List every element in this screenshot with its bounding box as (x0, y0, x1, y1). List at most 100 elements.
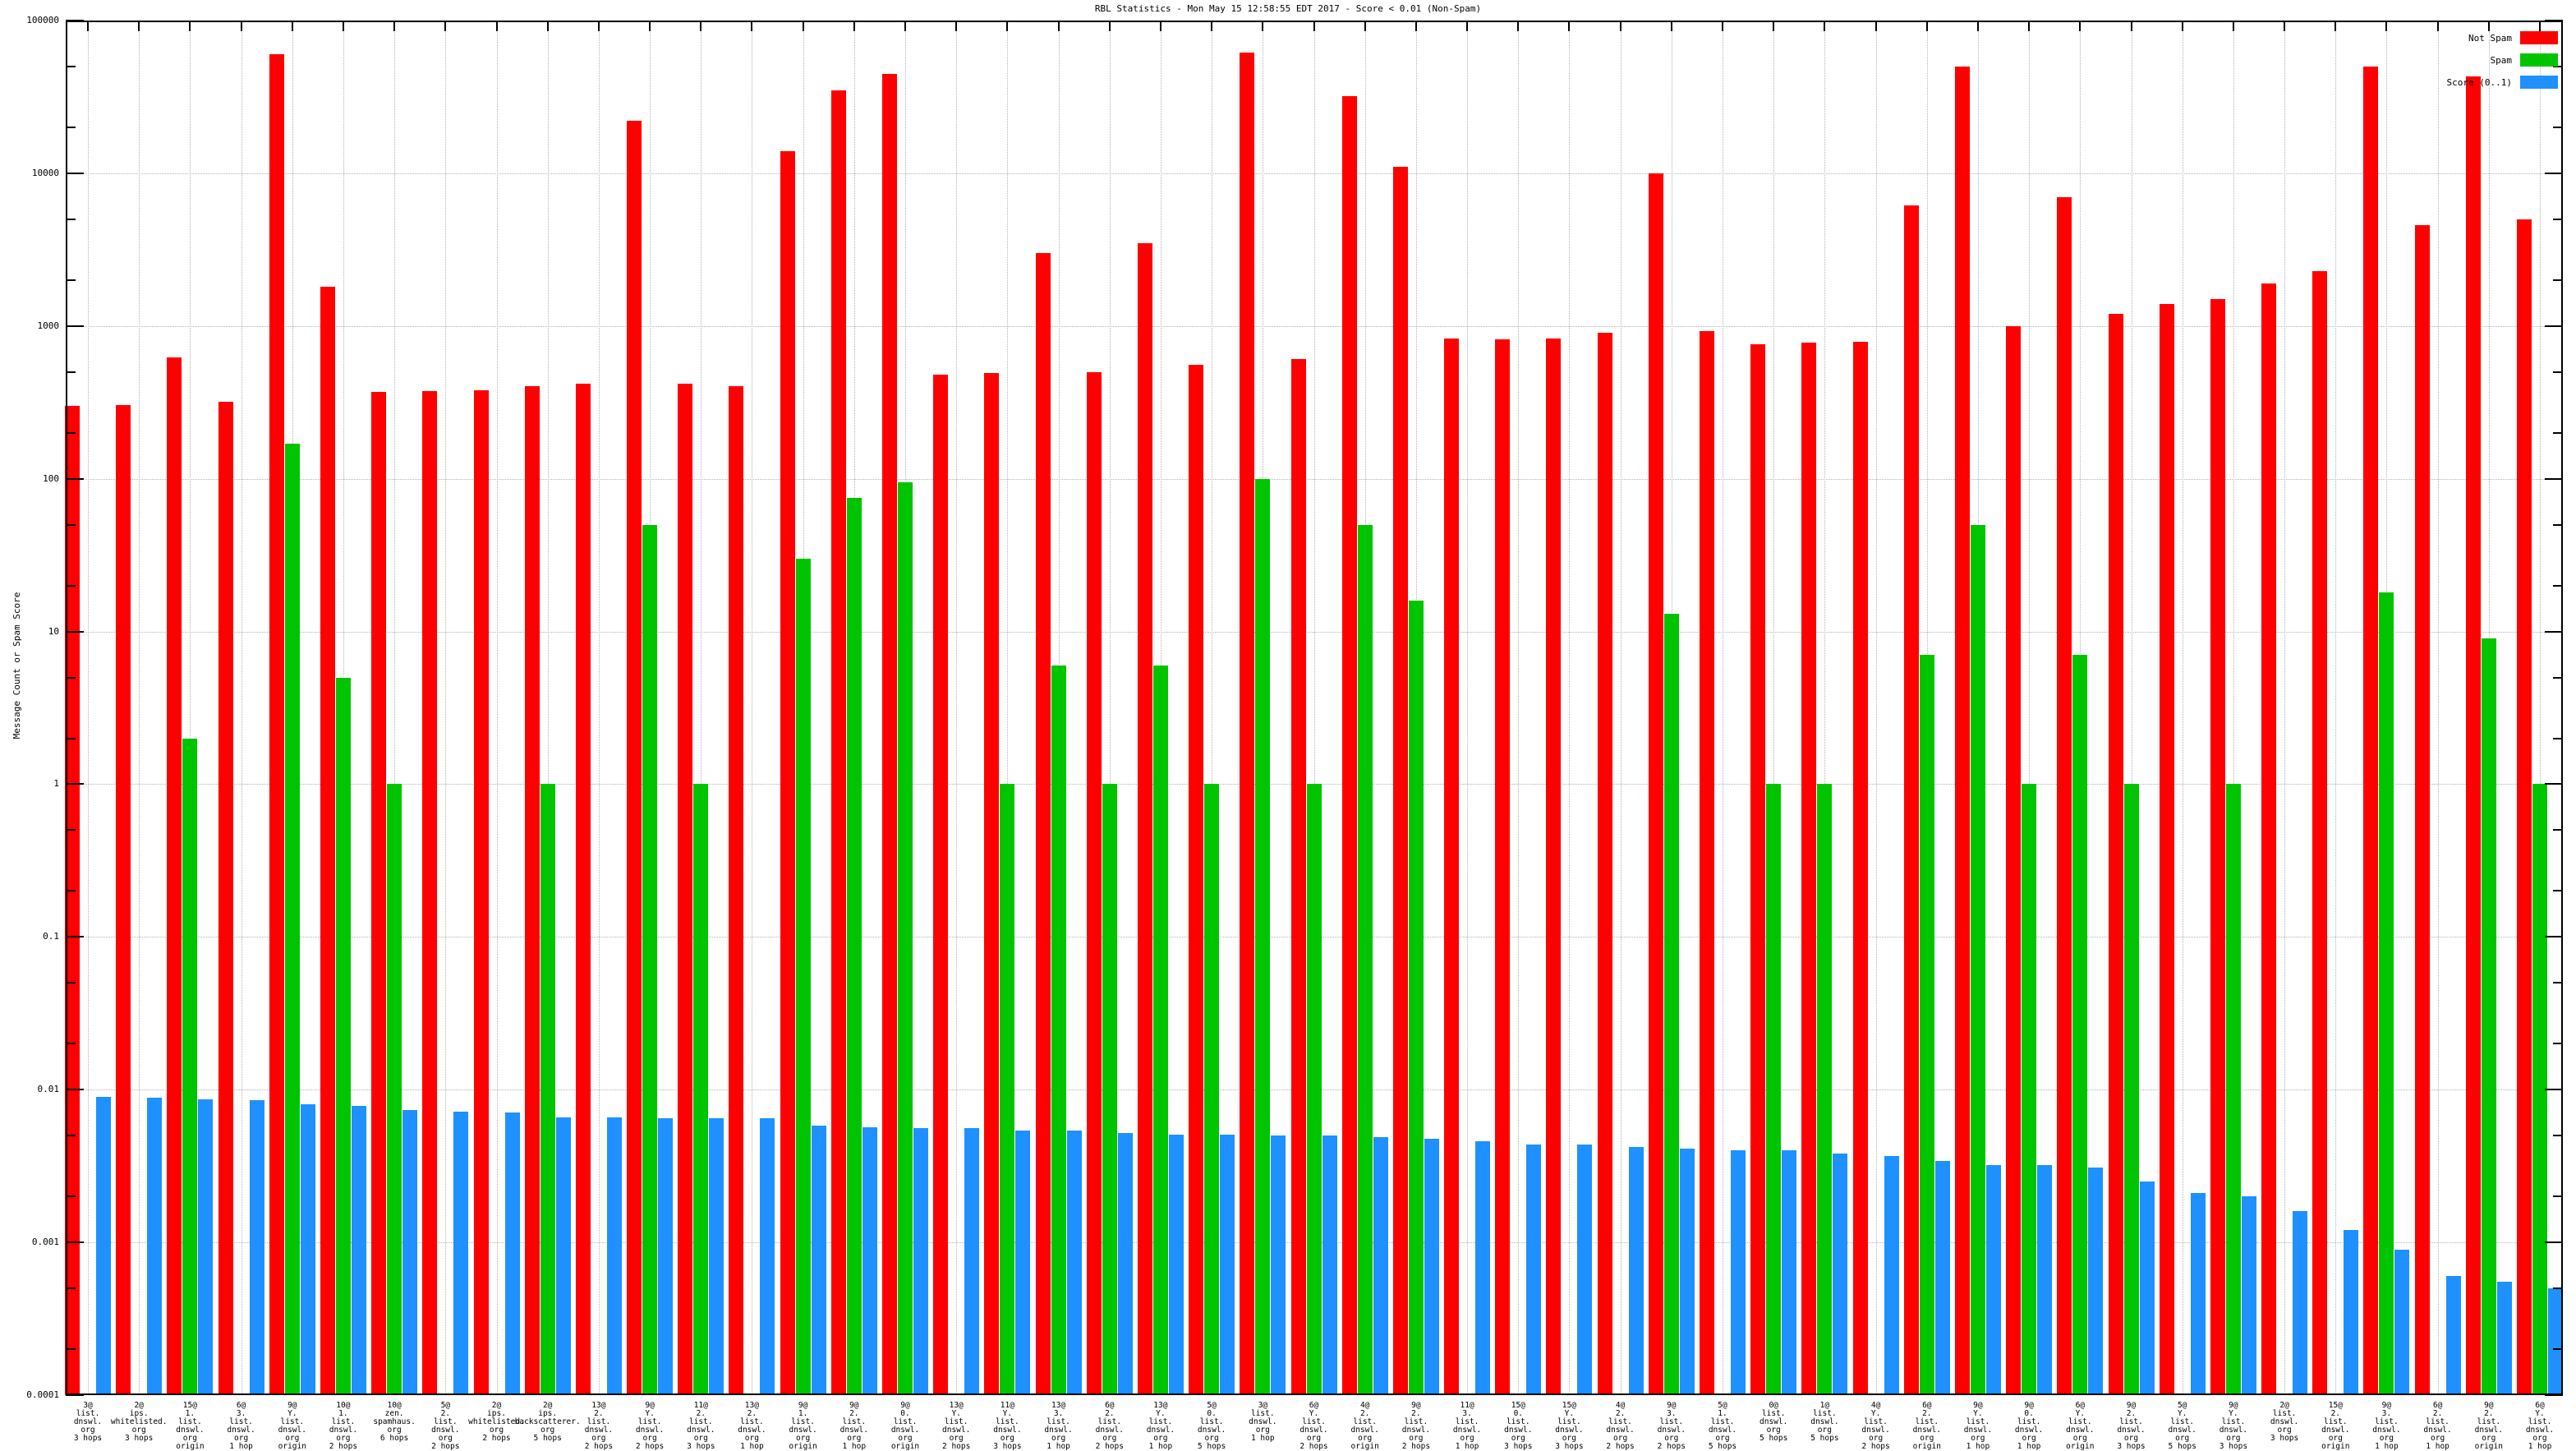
y-minor-tick-left (66, 829, 76, 831)
plot-border (66, 21, 2563, 1395)
x-top-tick (1517, 21, 1520, 31)
y-major-tick-right (2545, 325, 2563, 327)
x-top-tick (1057, 21, 1060, 31)
y-major-tick-right (2545, 20, 2563, 21)
x-tick-label-line: 1 hop (2528, 1442, 2552, 1451)
x-top-tick (1874, 21, 1877, 31)
x-top-tick (1976, 21, 1979, 31)
x-top-tick (495, 21, 498, 31)
y-tick-label: 0.0001 (26, 1389, 59, 1400)
y-minor-tick-left (66, 676, 76, 679)
x-top-tick (2539, 21, 2541, 31)
x-top-tick (2436, 21, 2439, 31)
y-major-tick-left (66, 783, 84, 785)
x-tick-label-line: 2 hops (329, 1442, 358, 1451)
y-major-tick-left (66, 477, 84, 480)
y-minor-tick-left (66, 126, 76, 128)
y-major-tick-right (2545, 630, 2563, 633)
x-top-tick (1670, 21, 1672, 31)
x-top-tick (1211, 21, 1213, 31)
y-tick-label: 100000 (26, 15, 59, 25)
x-top-tick (2284, 21, 2286, 31)
y-minor-tick-left (66, 584, 76, 587)
x-top-tick (1159, 21, 1162, 31)
x-top-tick (2385, 21, 2388, 31)
x-top-tick (597, 21, 600, 31)
x-top-tick (1824, 21, 1826, 31)
x-tick-label-line: 2 hops (431, 1442, 460, 1451)
x-tick-label-line: dnswl. (2525, 1426, 2555, 1435)
x-top-tick (1313, 21, 1315, 31)
y-minor-tick-left (66, 1287, 76, 1290)
y-major-tick-left (66, 630, 84, 633)
y-minor-tick-right (2553, 890, 2563, 892)
x-top-tick (342, 21, 344, 31)
y-tick-label: 0.001 (31, 1237, 59, 1248)
x-tick-label: 6@ Y. list. dnswl. org 1 hop (2486, 1402, 2576, 1451)
x-top-tick (2334, 21, 2337, 31)
y-tick-label: 0.1 (43, 931, 59, 942)
x-top-tick (240, 21, 242, 31)
x-top-tick (2232, 21, 2234, 31)
y-minor-tick-left (66, 1043, 76, 1045)
legend-row: Not Spam (2447, 31, 2558, 44)
x-top-tick (1466, 21, 1469, 31)
x-top-tick (2079, 21, 2082, 31)
legend-label: Score (0..1) (2446, 76, 2512, 88)
y-minor-tick-right (2553, 676, 2563, 679)
y-major-tick-right (2545, 1089, 2563, 1091)
y-major-tick-right (2545, 936, 2563, 938)
x-top-tick (1364, 21, 1366, 31)
x-top-tick (1414, 21, 1417, 31)
x-top-tick (1108, 21, 1111, 31)
y-minor-tick-left (66, 218, 76, 220)
x-tick-label-line: 5 hops (1708, 1442, 1737, 1451)
chart-title: RBL Statistics - Mon May 15 12:58:55 EDT… (1094, 3, 1482, 14)
y-minor-tick-left (66, 279, 76, 281)
x-top-tick (700, 21, 702, 31)
y-major-tick-right (2545, 172, 2563, 174)
y-minor-tick-right (2553, 584, 2563, 587)
x-top-tick (1568, 21, 1571, 31)
y-minor-tick-right (2553, 431, 2563, 434)
y-major-tick-left (66, 1089, 84, 1091)
y-minor-tick-left (66, 737, 76, 739)
y-major-tick-left (66, 325, 84, 327)
x-tick-label-line: 6@ (2535, 1401, 2545, 1410)
y-major-tick-left (66, 1241, 84, 1244)
x-tick-label-line: 3 hops (2219, 1442, 2248, 1451)
x-top-tick (649, 21, 651, 31)
y-major-tick-right (2545, 1394, 2563, 1396)
legend-row: Spam (2447, 53, 2558, 67)
y-minor-tick-right (2553, 1135, 2563, 1137)
y-minor-tick-left (66, 1195, 76, 1198)
legend-swatch (2520, 76, 2558, 89)
legend: Not Spam Spam Score (0..1) (2447, 31, 2558, 98)
x-top-tick (546, 21, 549, 31)
y-minor-tick-right (2553, 523, 2563, 526)
x-top-tick (1773, 21, 1775, 31)
y-minor-tick-right (2553, 1348, 2563, 1350)
y-minor-tick-left (66, 66, 76, 67)
legend-label: Not Spam (2468, 32, 2512, 44)
x-top-tick (1619, 21, 1622, 31)
y-major-tick-right (2545, 783, 2563, 785)
x-top-tick (1262, 21, 1264, 31)
y-tick-label: 10000 (31, 167, 59, 178)
y-minor-tick-left (66, 431, 76, 434)
y-minor-tick-left (66, 1348, 76, 1350)
legend-swatch (2520, 53, 2558, 67)
y-minor-tick-right (2553, 1195, 2563, 1198)
y-major-tick-left (66, 172, 84, 174)
y-minor-tick-right (2553, 371, 2563, 373)
y-minor-tick-left (66, 982, 76, 984)
x-top-tick (189, 21, 191, 31)
y-minor-tick-right (2553, 279, 2563, 281)
y-minor-tick-right (2553, 1043, 2563, 1045)
y-minor-tick-left (66, 371, 76, 373)
y-minor-tick-right (2553, 1287, 2563, 1290)
y-major-tick-left (66, 936, 84, 938)
y-axis-label: Message Count or Spam Score (12, 592, 22, 739)
y-tick-label: 100 (43, 472, 59, 484)
y-tick-label: 0.01 (37, 1084, 60, 1095)
